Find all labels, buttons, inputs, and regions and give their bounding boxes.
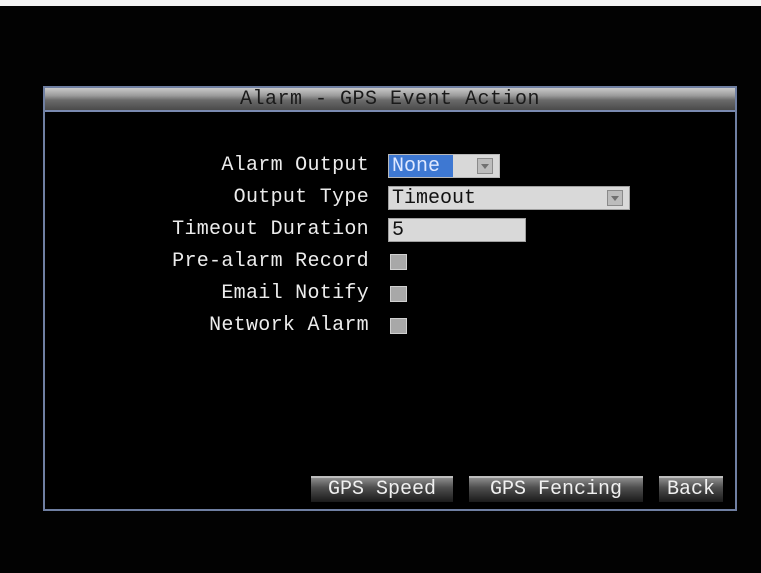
chevron-down-icon[interactable] — [477, 158, 493, 174]
alarm-output-label: Alarm Output — [221, 154, 369, 177]
email-notify-checkbox[interactable] — [390, 286, 407, 302]
network-alarm-row: Network Alarm — [45, 312, 735, 340]
alarm-output-row: Alarm Output None — [45, 152, 735, 180]
email-notify-label: Email Notify — [221, 282, 369, 305]
output-type-select[interactable]: Timeout — [388, 186, 630, 210]
top-edge — [0, 0, 761, 6]
alarm-output-select[interactable]: None — [388, 154, 500, 178]
timeout-duration-row: Timeout Duration 5 — [45, 216, 735, 244]
pre-alarm-record-label: Pre-alarm Record — [172, 250, 369, 273]
dvr-screen: Alarm - GPS Event Action Alarm Output No… — [0, 0, 761, 573]
email-notify-row: Email Notify — [45, 280, 735, 308]
pre-alarm-record-row: Pre-alarm Record — [45, 248, 735, 276]
gps-fencing-button[interactable]: GPS Fencing — [469, 476, 643, 502]
back-button[interactable]: Back — [659, 476, 723, 502]
gps-speed-button[interactable]: GPS Speed — [311, 476, 453, 502]
dialog-title: Alarm - GPS Event Action — [239, 88, 541, 111]
timeout-duration-label: Timeout Duration — [172, 218, 369, 241]
dialog-titlebar: Alarm - GPS Event Action — [45, 88, 735, 112]
network-alarm-checkbox[interactable] — [390, 318, 407, 334]
timeout-duration-value: 5 — [392, 219, 405, 242]
output-type-label: Output Type — [233, 186, 369, 209]
pre-alarm-record-checkbox[interactable] — [390, 254, 407, 270]
chevron-down-icon[interactable] — [607, 190, 623, 206]
output-type-row: Output Type Timeout — [45, 184, 735, 212]
output-type-value: Timeout — [392, 187, 477, 210]
gps-event-action-dialog: Alarm - GPS Event Action Alarm Output No… — [43, 86, 737, 511]
network-alarm-label: Network Alarm — [209, 314, 369, 337]
timeout-duration-input[interactable]: 5 — [388, 218, 526, 242]
alarm-output-value: None — [392, 155, 441, 178]
